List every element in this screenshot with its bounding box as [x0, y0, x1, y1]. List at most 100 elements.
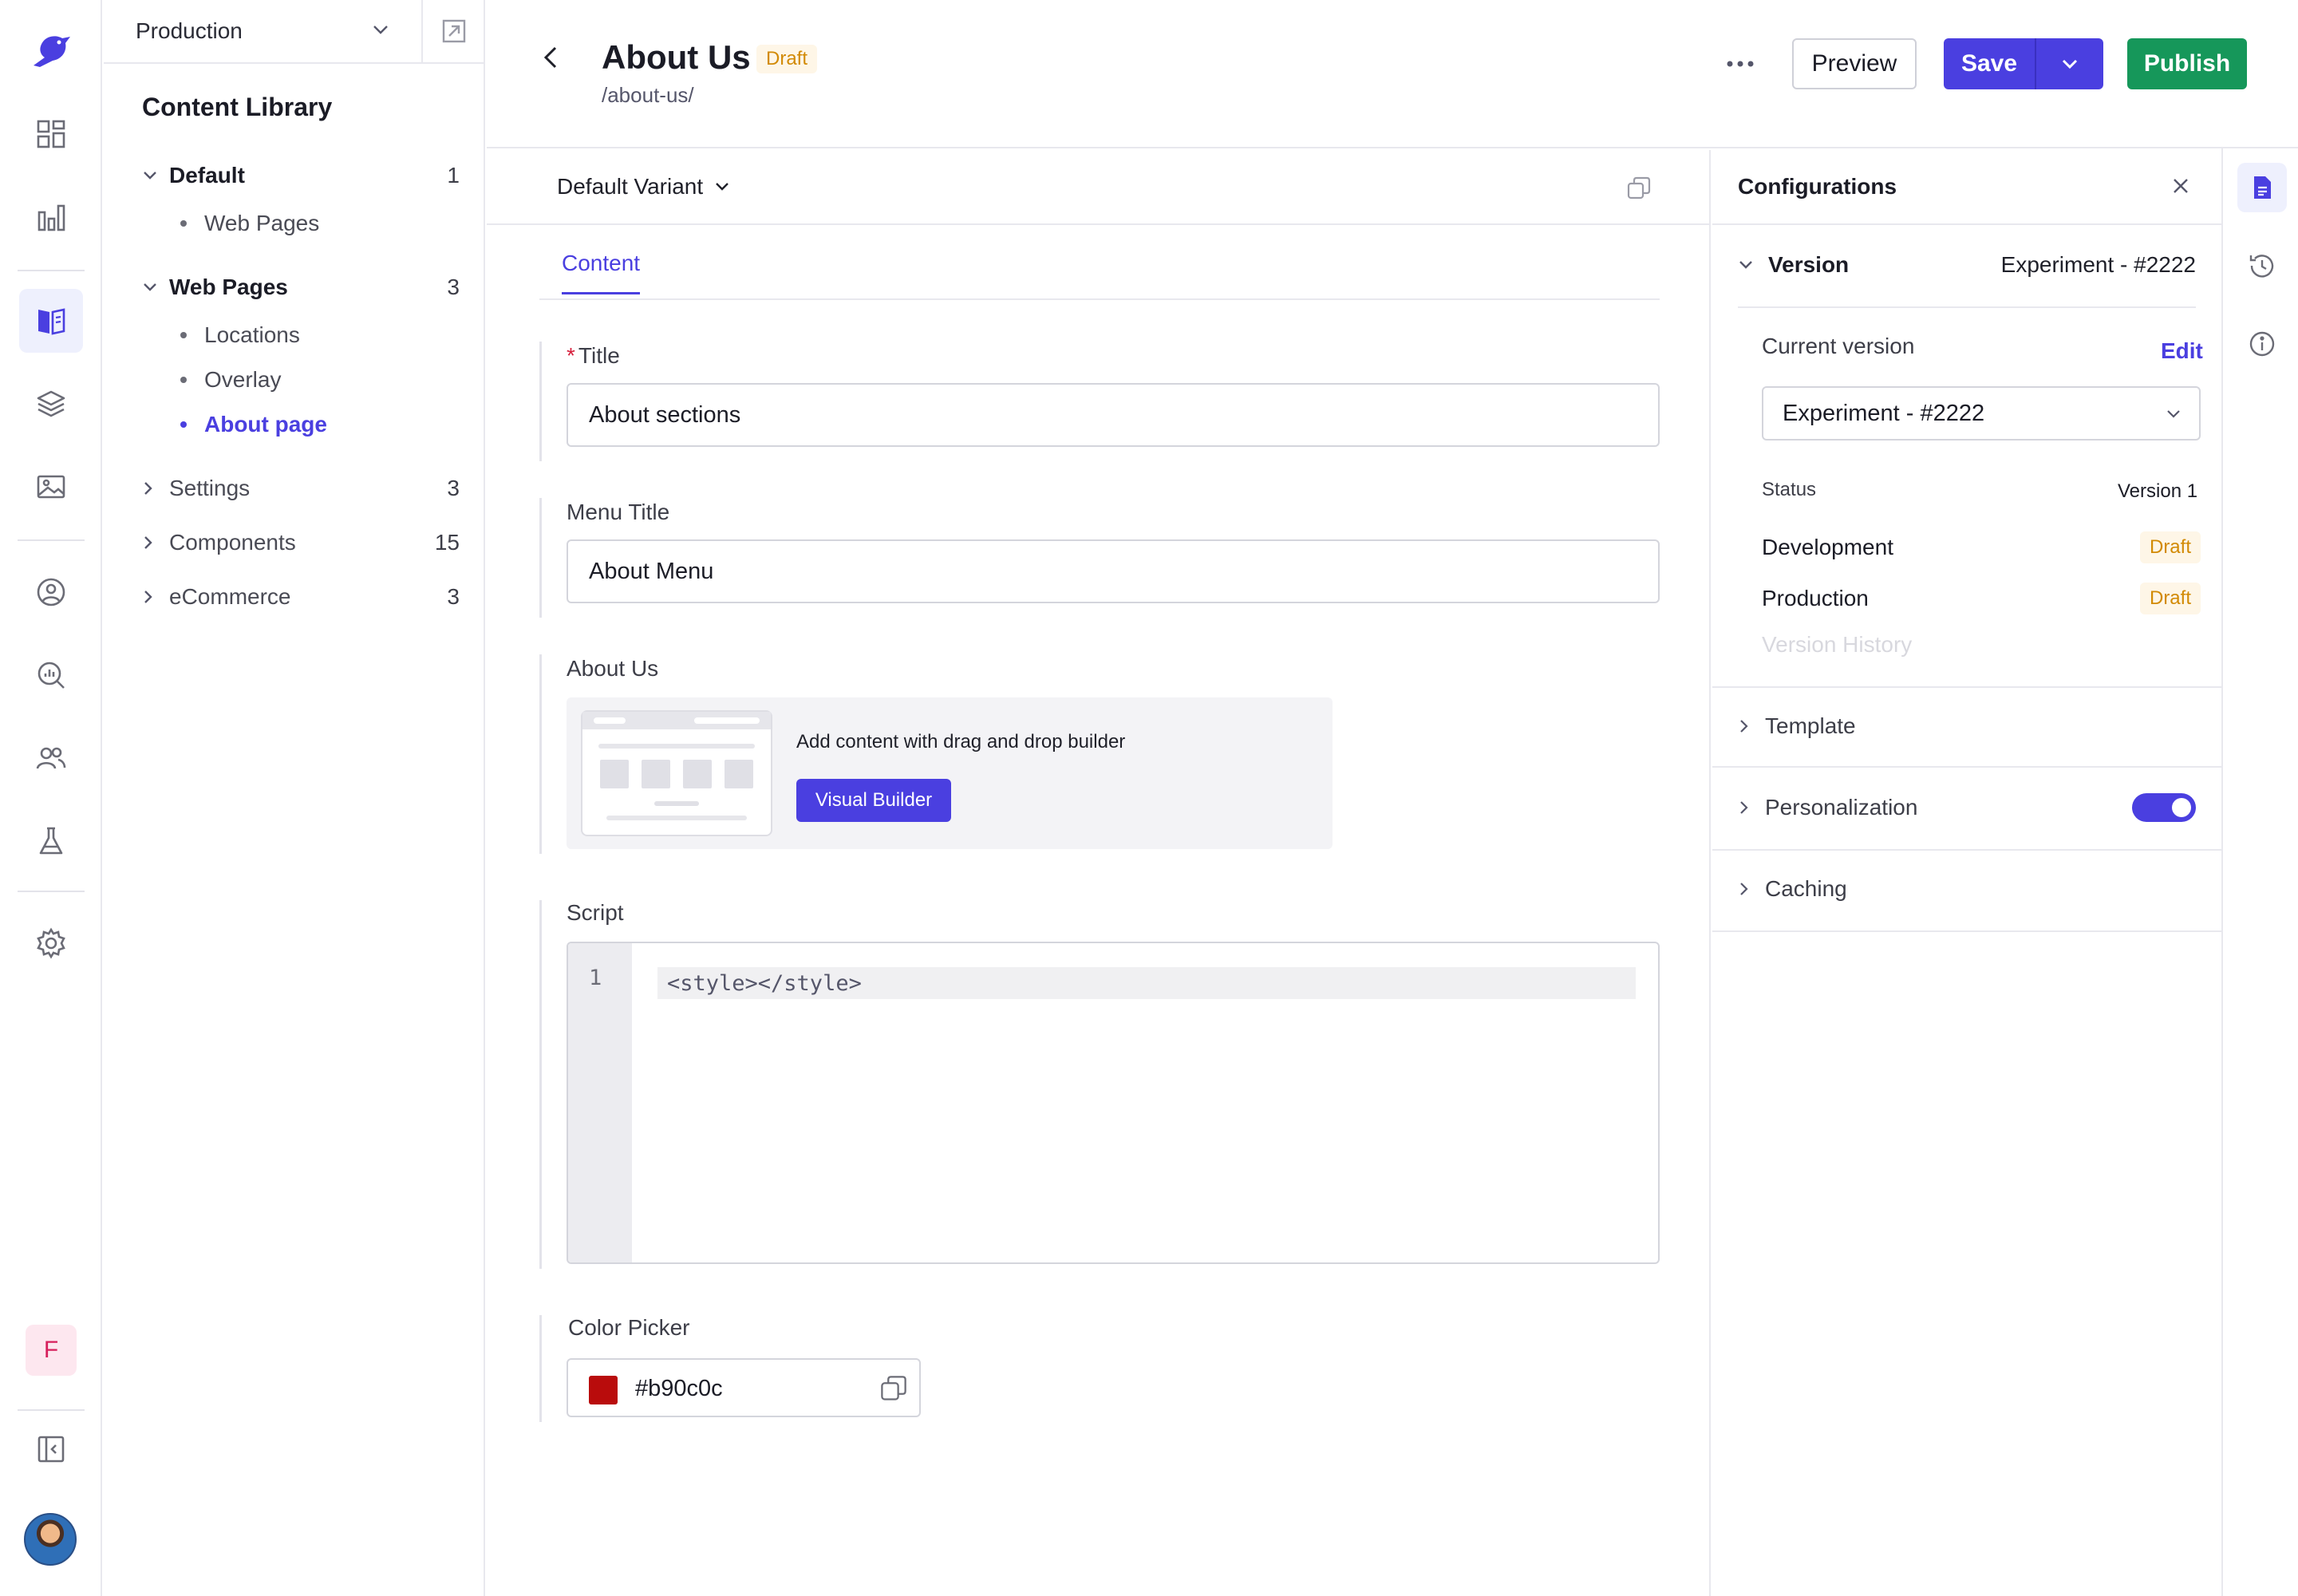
collapse-sidebar-icon[interactable] [19, 1417, 83, 1481]
tree-folder-label: Components [169, 530, 296, 555]
tree-folder-settings[interactable]: Settings 3 [142, 472, 460, 504]
chevron-right-icon [142, 480, 169, 496]
media-image-icon[interactable] [19, 455, 83, 519]
title-input[interactable]: About sections [567, 383, 1660, 447]
color-picker-label: Color Picker [568, 1315, 690, 1340]
bullet-dot [180, 220, 187, 227]
tree-item-overlay[interactable]: Overlay [180, 367, 281, 393]
environment-status-production: Production Draft [1762, 583, 2201, 614]
variant-select[interactable]: Default Variant [557, 174, 730, 200]
copy-icon [881, 1376, 906, 1400]
line-gutter [568, 943, 632, 1262]
save-button[interactable]: Save [1944, 38, 2036, 89]
personalization-toggle[interactable] [2132, 793, 2196, 822]
publish-button[interactable]: Publish [2127, 38, 2247, 89]
logo-bird-icon[interactable] [19, 21, 83, 85]
tree-folder-components[interactable]: Components 15 [142, 527, 460, 559]
version-history-link[interactable]: Version History [1762, 632, 1912, 658]
chevron-right-icon [1738, 718, 1765, 734]
code-line[interactable]: <style></style> [657, 967, 1636, 999]
audience-user-circle-icon[interactable] [19, 560, 83, 624]
configurations-panel: Configurations Version Experiment - #222… [1712, 150, 2221, 1596]
version-select[interactable]: Experiment - #2222 [1762, 386, 2201, 440]
info-icon[interactable] [2237, 319, 2287, 369]
duplicate-variant-button[interactable] [1626, 176, 1652, 201]
tree-folder-label: Web Pages [169, 275, 288, 299]
insights-search-icon[interactable] [19, 643, 83, 707]
tree-item-locations[interactable]: Locations [180, 322, 300, 348]
environment-value: Production [136, 18, 243, 43]
panel-divider [1712, 930, 2221, 932]
layers-icon[interactable] [19, 372, 83, 436]
environment-select[interactable]: Production [104, 0, 423, 64]
color-swatch[interactable] [589, 1376, 618, 1404]
menu-title-value: About Menu [589, 558, 714, 584]
variant-bar: Default Variant [487, 150, 1711, 225]
tree-item-label: Overlay [204, 367, 282, 392]
script-code-editor[interactable]: 1 <style></style> [567, 942, 1660, 1264]
menu-title-input[interactable]: About Menu [567, 539, 1660, 603]
template-section-header[interactable]: Template [1738, 713, 2196, 739]
tree-folder-count: 3 [447, 584, 460, 609]
panel-divider [1712, 849, 2221, 851]
caching-section-header[interactable]: Caching [1738, 876, 2196, 902]
tree-item-web-pages[interactable]: Web Pages [180, 211, 319, 236]
chevron-left-icon [543, 46, 557, 69]
field-indicator [539, 654, 542, 854]
field-indicator [539, 498, 542, 618]
document-icon[interactable] [2237, 163, 2287, 212]
status-version: Version 1 [2118, 480, 2198, 502]
tree-folder-ecommerce[interactable]: eCommerce 3 [142, 581, 460, 613]
panel-divider [1738, 306, 2196, 308]
open-external-button[interactable] [423, 0, 485, 64]
visual-builder-prompt: Add content with drag and drop builder [796, 731, 1126, 753]
required-asterisk: * [567, 343, 575, 368]
visual-builder-button[interactable]: Visual Builder [796, 779, 951, 822]
more-options-button[interactable] [1716, 41, 1765, 86]
history-icon[interactable] [2237, 241, 2287, 290]
tab-content[interactable]: Content [562, 251, 641, 294]
page-path: /about-us/ [602, 83, 694, 107]
tree-item-about-page[interactable]: About page [180, 412, 327, 437]
team-users-icon[interactable] [19, 726, 83, 790]
title-label-text: Title [578, 343, 620, 368]
close-configurations-button[interactable] [2170, 176, 2191, 196]
tree-folder-default[interactable]: Default 1 [142, 160, 460, 192]
tree-folder-count: 1 [447, 163, 460, 188]
configurations-title: Configurations [1738, 174, 1897, 199]
section-label: Personalization [1765, 795, 1918, 820]
app-rail: F [0, 0, 102, 1596]
tree-folder-label: eCommerce [169, 584, 291, 609]
tree-folder-web-pages[interactable]: Web Pages 3 [142, 271, 460, 303]
analytics-chart-icon[interactable] [19, 185, 83, 249]
copy-color-button[interactable] [879, 1374, 908, 1403]
user-avatar[interactable] [24, 1513, 77, 1566]
panel-divider [1712, 766, 2221, 768]
content-library-sidebar: Production Content Library Default 1 Web… [104, 0, 485, 1596]
dashboard-grid-icon[interactable] [19, 102, 83, 166]
color-picker-input[interactable]: #b90c0c [567, 1358, 921, 1417]
experiments-flask-icon[interactable] [19, 809, 83, 873]
status-badge: Draft [2139, 583, 2201, 614]
workspace-badge[interactable]: F [26, 1325, 77, 1376]
bullet-dot [180, 377, 187, 383]
preview-button[interactable]: Preview [1792, 38, 1917, 89]
tree-folder-label: Default [169, 163, 245, 188]
chevron-right-icon [142, 589, 169, 605]
save-options-button[interactable] [2036, 38, 2103, 89]
library-title: Content Library [142, 93, 333, 121]
tree-item-label: Locations [204, 322, 300, 347]
back-button[interactable] [539, 41, 562, 73]
section-label: Caching [1765, 876, 1847, 901]
chevron-down-icon [142, 170, 169, 181]
tree-folder-count: 3 [447, 476, 460, 500]
status-badge: Draft [756, 45, 818, 73]
chevron-down-icon [373, 26, 388, 34]
version-section-header[interactable]: Version Experiment - #2222 [1738, 252, 2196, 278]
tree-folder-count: 3 [447, 275, 460, 299]
content-library-book-icon[interactable] [19, 289, 83, 353]
settings-gear-icon[interactable] [19, 911, 83, 975]
personalization-section-header[interactable]: Personalization [1738, 793, 2196, 822]
edit-version-link[interactable]: Edit [2161, 338, 2203, 364]
field-indicator [539, 900, 542, 1269]
